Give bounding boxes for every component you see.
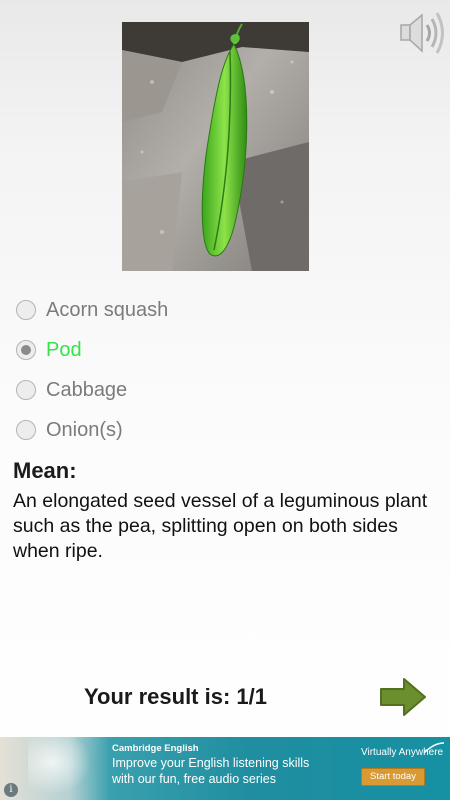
result-text: Your result is: 1/1 [84,684,267,709]
ad-headline-line1: Improve your English listening skills [112,756,310,770]
ad-image [28,737,98,800]
ad-banner[interactable]: Cambridge English Improve your English l… [0,737,450,800]
answer-options: Acorn squash Pod Cabbage Onion(s) [16,290,416,450]
option-pod[interactable]: Pod [16,330,416,370]
option-acorn-squash[interactable]: Acorn squash [16,290,416,330]
radio-button[interactable] [16,420,36,440]
word-picture [122,22,309,271]
speaker-icon[interactable] [398,8,448,58]
info-icon[interactable]: i [4,783,18,797]
radio-button[interactable] [16,300,36,320]
ad-cta-button[interactable]: Start today [361,768,425,786]
option-label: Cabbage [46,378,128,401]
option-onions[interactable]: Onion(s) [16,410,416,450]
option-label: Pod [46,338,82,361]
option-label: Onion(s) [46,418,123,441]
radio-button-selected[interactable] [16,340,36,360]
ad-brand: Cambridge English [112,743,199,754]
meaning-text: An elongated seed vessel of a leguminous… [13,490,428,562]
option-label: Acorn squash [46,298,169,321]
arrow-right-icon [380,678,426,716]
radio-button[interactable] [16,380,36,400]
next-button[interactable] [378,676,428,718]
meaning-heading: Mean: [13,458,77,483]
swoosh-icon [423,742,445,754]
ad-headline-line2: with our fun, free audio series [112,772,276,786]
option-cabbage[interactable]: Cabbage [16,370,416,410]
pea-pod-image [122,22,309,271]
